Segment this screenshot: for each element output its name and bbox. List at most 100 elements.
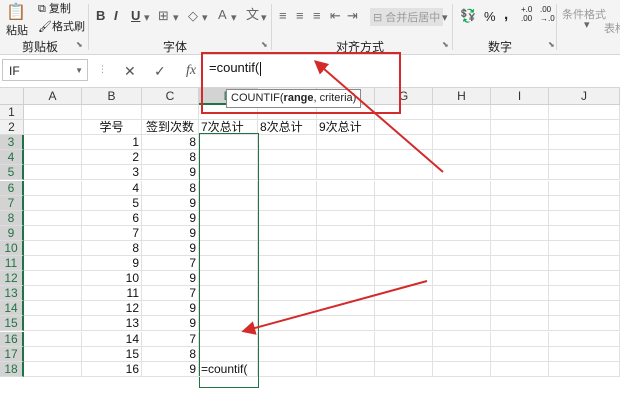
phonetic-icon[interactable]: 文: [246, 4, 259, 23]
row-header-11[interactable]: 11: [0, 256, 24, 272]
cell-b8[interactable]: 6: [82, 210, 142, 226]
cell-c3[interactable]: 8: [142, 135, 199, 151]
cell-d5[interactable]: [199, 165, 258, 181]
cell-a4[interactable]: [24, 150, 82, 166]
cell-a9[interactable]: [24, 225, 82, 241]
chevron-down-icon[interactable]: ▾: [144, 11, 150, 24]
decrease-decimal-button[interactable]: .00 →.0: [540, 5, 555, 23]
cell-a11[interactable]: [24, 256, 82, 272]
cell-d16[interactable]: [199, 331, 258, 347]
cell-f11[interactable]: [317, 256, 375, 272]
cell-b15[interactable]: 13: [82, 316, 142, 332]
cell-f2[interactable]: 9次总计: [317, 120, 375, 136]
cell-h6[interactable]: [433, 180, 491, 196]
cell-f18[interactable]: [317, 361, 375, 377]
cell-h10[interactable]: [433, 240, 491, 256]
cell-j17[interactable]: [549, 346, 620, 362]
clipboard-launcher-icon[interactable]: ⬊: [76, 40, 83, 49]
cell-j18[interactable]: [549, 361, 620, 377]
cell-c16[interactable]: 7: [142, 331, 199, 347]
cell-e13[interactable]: [258, 286, 317, 302]
cell-a7[interactable]: [24, 195, 82, 211]
cell-b14[interactable]: 12: [82, 301, 142, 317]
increase-indent-icon[interactable]: ⇥: [347, 8, 358, 24]
cell-e5[interactable]: [258, 165, 317, 181]
cell-d4[interactable]: [199, 150, 258, 166]
cell-i15[interactable]: [491, 316, 549, 332]
decrease-indent-icon[interactable]: ⇤: [330, 8, 341, 24]
cell-f6[interactable]: [317, 180, 375, 196]
cell-c17[interactable]: 8: [142, 346, 199, 362]
cell-d12[interactable]: [199, 271, 258, 287]
cell-d8[interactable]: [199, 210, 258, 226]
name-box[interactable]: IF ▼: [2, 59, 88, 81]
select-all-corner[interactable]: [0, 88, 24, 105]
row-header-18[interactable]: 18: [0, 361, 24, 377]
currency-icon[interactable]: 💱: [460, 8, 476, 24]
cell-h12[interactable]: [433, 271, 491, 287]
cell-e7[interactable]: [258, 195, 317, 211]
cell-b7[interactable]: 5: [82, 195, 142, 211]
cell-a16[interactable]: [24, 331, 82, 347]
cell-j4[interactable]: [549, 150, 620, 166]
cell-g5[interactable]: [375, 165, 433, 181]
cell-a1[interactable]: [24, 105, 82, 121]
cell-g14[interactable]: [375, 301, 433, 317]
cell-b18[interactable]: 16: [82, 361, 142, 377]
number-launcher-icon[interactable]: ⬊: [548, 40, 555, 49]
cell-g17[interactable]: [375, 346, 433, 362]
underline-button[interactable]: U: [131, 8, 140, 23]
cell-a2[interactable]: [24, 120, 82, 136]
row-header-16[interactable]: 16: [0, 331, 24, 347]
cell-a3[interactable]: [24, 135, 82, 151]
cell-a12[interactable]: [24, 271, 82, 287]
cell-b4[interactable]: 2: [82, 150, 142, 166]
cell-j1[interactable]: [549, 105, 620, 121]
cell-g18[interactable]: [375, 361, 433, 377]
cell-f13[interactable]: [317, 286, 375, 302]
chevron-down-icon[interactable]: ▾: [173, 11, 179, 24]
percent-button[interactable]: %: [484, 9, 496, 24]
borders-icon[interactable]: ⊞: [158, 8, 169, 24]
cell-d3[interactable]: [199, 135, 258, 151]
copy-button[interactable]: ⧉ 复制: [38, 0, 71, 16]
cell-h8[interactable]: [433, 210, 491, 226]
cell-b16[interactable]: 14: [82, 331, 142, 347]
cell-a15[interactable]: [24, 316, 82, 332]
chevron-down-icon[interactable]: ▾: [442, 11, 448, 24]
cell-e18[interactable]: [258, 361, 317, 377]
cell-c11[interactable]: 7: [142, 256, 199, 272]
cell-b17[interactable]: 15: [82, 346, 142, 362]
cell-b6[interactable]: 4: [82, 180, 142, 196]
cell-f9[interactable]: [317, 225, 375, 241]
cell-d15[interactable]: [199, 316, 258, 332]
cell-g13[interactable]: [375, 286, 433, 302]
cell-e3[interactable]: [258, 135, 317, 151]
cell-i14[interactable]: [491, 301, 549, 317]
cell-i3[interactable]: [491, 135, 549, 151]
cell-d2[interactable]: 7次总计: [199, 120, 258, 136]
cell-f3[interactable]: [317, 135, 375, 151]
cell-j9[interactable]: [549, 225, 620, 241]
cell-j6[interactable]: [549, 180, 620, 196]
cell-c12[interactable]: 9: [142, 271, 199, 287]
cell-j10[interactable]: [549, 240, 620, 256]
row-header-6[interactable]: 6: [0, 180, 24, 196]
cell-j8[interactable]: [549, 210, 620, 226]
cell-b5[interactable]: 3: [82, 165, 142, 181]
row-header-15[interactable]: 15: [0, 316, 24, 332]
cell-c10[interactable]: 9: [142, 240, 199, 256]
row-header-13[interactable]: 13: [0, 286, 24, 302]
cell-a10[interactable]: [24, 240, 82, 256]
cell-a18[interactable]: [24, 361, 82, 377]
cell-d11[interactable]: [199, 256, 258, 272]
cell-c4[interactable]: 8: [142, 150, 199, 166]
chevron-down-icon[interactable]: ▾: [584, 18, 590, 31]
increase-decimal-button[interactable]: +.0 .00: [521, 5, 532, 23]
cell-c7[interactable]: 9: [142, 195, 199, 211]
cell-f12[interactable]: [317, 271, 375, 287]
row-header-1[interactable]: 1: [0, 105, 24, 121]
column-header-c[interactable]: C: [142, 88, 199, 105]
cell-i1[interactable]: [491, 105, 549, 121]
comma-style-button[interactable]: ,: [504, 6, 508, 23]
